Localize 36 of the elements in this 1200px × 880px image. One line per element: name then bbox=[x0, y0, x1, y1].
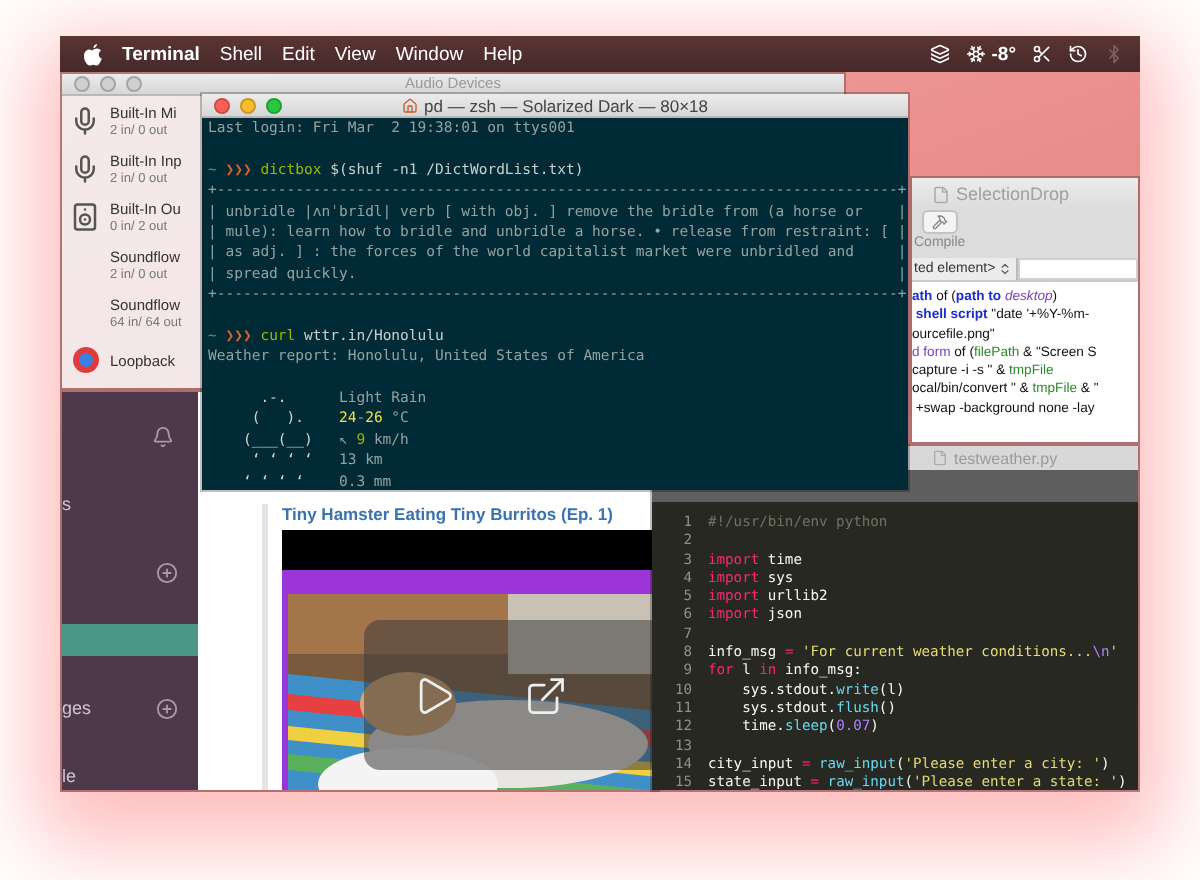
speaker-icon bbox=[70, 201, 100, 231]
microphone-icon bbox=[70, 153, 100, 183]
snowflake-icon[interactable] bbox=[965, 44, 986, 64]
add-icon[interactable] bbox=[156, 697, 178, 719]
home-icon bbox=[402, 97, 419, 113]
bell-icon[interactable] bbox=[152, 425, 174, 447]
menu-item[interactable]: Window bbox=[395, 43, 464, 65]
close-button[interactable] bbox=[214, 97, 230, 113]
zoom-button[interactable] bbox=[266, 97, 282, 113]
add-icon[interactable] bbox=[156, 561, 178, 583]
hammer-icon bbox=[931, 214, 948, 230]
window-title: pd — zsh — Solarized Dark — 80×18 bbox=[424, 95, 708, 115]
nav-field[interactable] bbox=[1017, 258, 1138, 280]
menu-item[interactable]: View bbox=[334, 43, 376, 65]
menu-item[interactable]: Shell bbox=[219, 43, 263, 65]
menu-item[interactable]: Help bbox=[483, 43, 523, 65]
sidebar-item[interactable]: s bbox=[62, 488, 198, 520]
layers-icon[interactable] bbox=[929, 44, 950, 64]
temperature: -8° bbox=[991, 43, 1016, 65]
sidebar-item[interactable]: le bbox=[62, 760, 198, 790]
minimize-button[interactable] bbox=[240, 97, 256, 113]
menu-item[interactable]: Terminal bbox=[122, 43, 200, 65]
window-title: SelectionDrop bbox=[956, 184, 1070, 204]
microphone-icon bbox=[70, 105, 100, 135]
loop-icon bbox=[71, 346, 99, 374]
video-title[interactable]: Tiny Hamster Eating Tiny Burritos (Ep. 1) bbox=[282, 504, 613, 524]
history-icon[interactable] bbox=[1068, 44, 1088, 64]
logo-icon[interactable] bbox=[84, 43, 102, 65]
scissors-icon[interactable] bbox=[1032, 44, 1052, 64]
bluetooth-icon[interactable] bbox=[1104, 44, 1124, 64]
document-icon bbox=[932, 450, 948, 466]
chevrons-icon bbox=[997, 262, 1012, 276]
external-link-icon[interactable] bbox=[524, 673, 568, 717]
document-icon bbox=[932, 185, 950, 203]
menu-item[interactable]: Edit bbox=[282, 43, 315, 65]
section-label[interactable]: ges bbox=[62, 698, 92, 718]
